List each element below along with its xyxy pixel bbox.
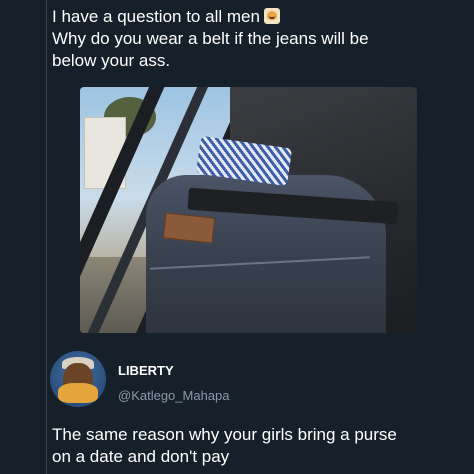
thread-divider — [46, 0, 47, 474]
author-handle[interactable]: @Katlego_Mahapa — [118, 388, 230, 403]
avatar[interactable] — [50, 351, 106, 407]
post-line-3: below your ass. — [52, 51, 171, 70]
face-with-hand-emoji-icon — [263, 8, 280, 24]
photo-jeans-label-patch — [162, 212, 216, 244]
post-line-2: Why do you wear a belt if the jeans will… — [52, 29, 369, 48]
reply-text: The same reason why your girls bring a p… — [52, 424, 472, 468]
author-name[interactable]: LIBERTY — [118, 363, 174, 378]
original-post-text: I have a question to all men Why do you … — [52, 6, 462, 72]
reply-line-2: on a date and don't pay — [52, 447, 230, 466]
post-line-1: I have a question to all men — [52, 6, 462, 28]
reply-line-1: The same reason why your girls bring a p… — [52, 425, 397, 444]
avatar-food — [58, 383, 98, 403]
post-photo[interactable] — [80, 87, 417, 333]
